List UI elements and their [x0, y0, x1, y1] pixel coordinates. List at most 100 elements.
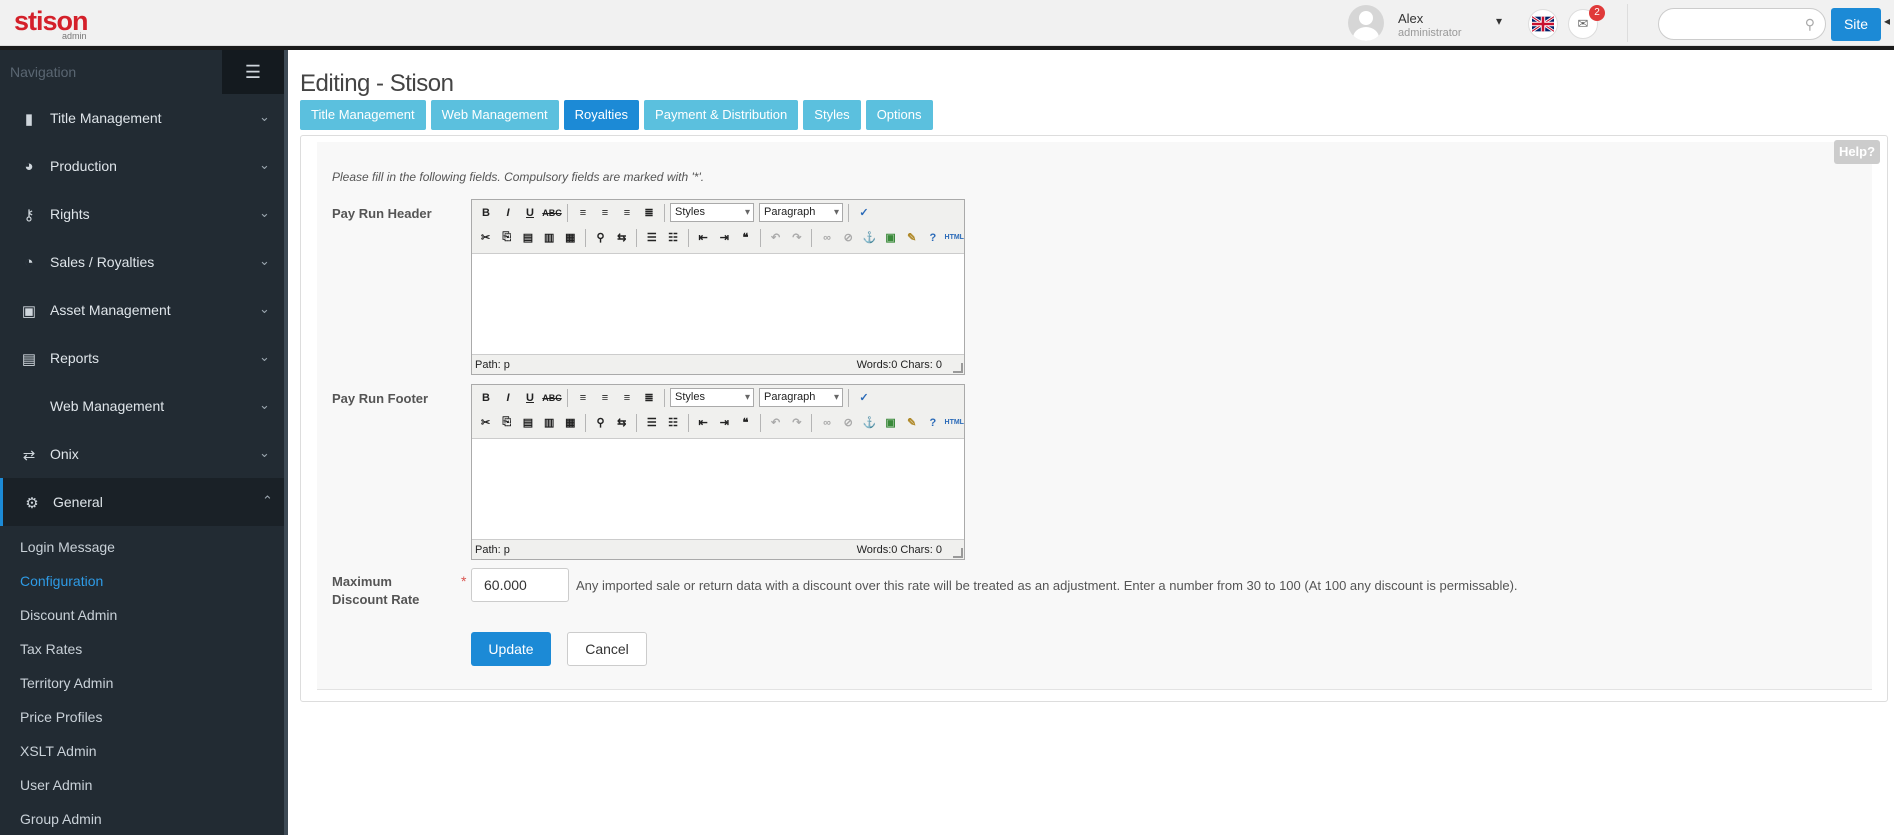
blockquote-icon[interactable]: ❝ — [736, 413, 755, 432]
cut-icon[interactable]: ✂ — [476, 228, 495, 247]
resize-handle-icon[interactable] — [953, 363, 963, 373]
styles-dropdown[interactable]: Styles — [670, 388, 754, 407]
submenu-item-tax-rates[interactable]: Tax Rates — [0, 632, 284, 666]
spellcheck-icon[interactable]: ✓ — [854, 203, 874, 222]
indent-icon[interactable]: ⇥ — [715, 413, 734, 432]
paste-text-icon[interactable]: ▥ — [540, 413, 559, 432]
avatar[interactable] — [1348, 5, 1384, 41]
align-right-icon[interactable]: ≡ — [617, 203, 637, 222]
bold-icon[interactable]: B — [476, 388, 496, 407]
submenu-item-territory-admin[interactable]: Territory Admin — [0, 666, 284, 700]
submenu-item-discount-admin[interactable]: Discount Admin — [0, 598, 284, 632]
sidebar-item-web-management[interactable]: Web Management ⌄ — [0, 382, 284, 430]
redo-icon[interactable]: ↷ — [787, 413, 806, 432]
image-icon[interactable]: ▣ — [881, 228, 900, 247]
underline-icon[interactable]: U — [520, 388, 540, 407]
align-center-icon[interactable]: ≡ — [595, 388, 615, 407]
cancel-button[interactable]: Cancel — [567, 632, 647, 666]
anchor-icon[interactable]: ⚓ — [860, 413, 879, 432]
submenu-item-login-message[interactable]: Login Message — [0, 530, 284, 564]
undo-icon[interactable]: ↶ — [766, 413, 785, 432]
italic-icon[interactable]: I — [498, 203, 518, 222]
anchor-icon[interactable]: ⚓ — [860, 228, 879, 247]
tab-royalties[interactable]: Royalties — [563, 100, 640, 130]
align-center-icon[interactable]: ≡ — [595, 203, 615, 222]
site-button[interactable]: Site — [1831, 8, 1881, 41]
link-icon[interactable]: ∞ — [817, 413, 836, 432]
unlink-icon[interactable]: ⊘ — [839, 413, 858, 432]
sidebar-item-onix[interactable]: ⇄ Onix ⌄ — [0, 430, 284, 478]
numbered-list-icon[interactable]: ☷ — [663, 228, 682, 247]
editor-text-area[interactable] — [472, 438, 964, 540]
menu-toggle-icon[interactable]: ☰ — [222, 50, 284, 94]
align-left-icon[interactable]: ≡ — [573, 388, 593, 407]
search-input[interactable]: ⚲ — [1658, 8, 1826, 40]
strikethrough-icon[interactable]: ABC — [542, 203, 562, 222]
tab-payment-distribution[interactable]: Payment & Distribution — [644, 100, 799, 130]
pay-run-header-editor[interactable]: B I U ABC ≡ ≡ ≡ ≣ Styles Paragraph ✓ ✂ ⎘… — [471, 199, 965, 375]
copy-icon[interactable]: ⎘ — [497, 228, 516, 247]
tab-options[interactable]: Options — [865, 100, 933, 130]
bullet-list-icon[interactable]: ☰ — [642, 413, 661, 432]
submenu-item-user-admin[interactable]: User Admin — [0, 768, 284, 802]
help-button[interactable]: Help? — [1834, 140, 1880, 164]
paste-text-icon[interactable]: ▥ — [540, 228, 559, 247]
collapse-arrow-icon[interactable]: ◂ — [1884, 14, 1894, 34]
pay-run-footer-editor[interactable]: B I U ABC ≡ ≡ ≡ ≣ Styles Paragraph ✓ ✂ ⎘… — [471, 384, 965, 560]
align-justify-icon[interactable]: ≣ — [639, 388, 659, 407]
cleanup-icon[interactable]: ✎ — [902, 413, 921, 432]
sidebar-item-rights[interactable]: ⚷ Rights ⌄ — [0, 190, 284, 238]
align-justify-icon[interactable]: ≣ — [639, 203, 659, 222]
sidebar-item-production[interactable]: ◕ Production ⌄ — [0, 142, 284, 190]
replace-icon[interactable]: ⇆ — [612, 413, 631, 432]
outdent-icon[interactable]: ⇤ — [694, 228, 713, 247]
sidebar-item-asset-management[interactable]: ▣ Asset Management ⌄ — [0, 286, 284, 334]
submenu-item-xslt-admin[interactable]: XSLT Admin — [0, 734, 284, 768]
indent-icon[interactable]: ⇥ — [715, 228, 734, 247]
spellcheck-icon[interactable]: ✓ — [854, 388, 874, 407]
styles-dropdown[interactable]: Styles — [670, 203, 754, 222]
align-left-icon[interactable]: ≡ — [573, 203, 593, 222]
html-source-icon[interactable]: HTML — [945, 413, 964, 432]
outdent-icon[interactable]: ⇤ — [694, 413, 713, 432]
replace-icon[interactable]: ⇆ — [612, 228, 631, 247]
format-dropdown[interactable]: Paragraph — [759, 388, 843, 407]
help-icon[interactable]: ? — [923, 413, 942, 432]
update-button[interactable]: Update — [471, 632, 551, 666]
tab-web-management[interactable]: Web Management — [430, 100, 559, 130]
format-dropdown[interactable]: Paragraph — [759, 203, 843, 222]
numbered-list-icon[interactable]: ☷ — [663, 413, 682, 432]
find-icon[interactable]: ⚲ — [591, 413, 610, 432]
search-icon[interactable]: ⚲ — [1805, 16, 1815, 33]
cleanup-icon[interactable]: ✎ — [902, 228, 921, 247]
undo-icon[interactable]: ↶ — [766, 228, 785, 247]
tab-styles[interactable]: Styles — [803, 100, 861, 130]
cut-icon[interactable]: ✂ — [476, 413, 495, 432]
paste-word-icon[interactable]: ▦ — [561, 413, 580, 432]
uk-flag-icon[interactable] — [1528, 9, 1558, 39]
max-discount-rate-input[interactable]: 60.000 — [471, 568, 569, 602]
bullet-list-icon[interactable]: ☰ — [642, 228, 661, 247]
submenu-item-configuration[interactable]: Configuration — [0, 564, 284, 598]
sidebar-item-title-management[interactable]: ▮ Title Management ⌄ — [0, 94, 284, 142]
unlink-icon[interactable]: ⊘ — [839, 228, 858, 247]
paste-icon[interactable]: ▤ — [518, 413, 537, 432]
chevron-down-icon[interactable]: ▾ — [1496, 14, 1502, 28]
image-icon[interactable]: ▣ — [881, 413, 900, 432]
sidebar-item-reports[interactable]: ▤ Reports ⌄ — [0, 334, 284, 382]
blockquote-icon[interactable]: ❝ — [736, 228, 755, 247]
sidebar-item-general[interactable]: ⚙ General ⌃ — [0, 478, 284, 526]
find-icon[interactable]: ⚲ — [591, 228, 610, 247]
user-menu[interactable]: Alex administrator ▾ — [1348, 5, 1502, 41]
redo-icon[interactable]: ↷ — [787, 228, 806, 247]
italic-icon[interactable]: I — [498, 388, 518, 407]
strikethrough-icon[interactable]: ABC — [542, 388, 562, 407]
html-source-icon[interactable]: HTML — [945, 228, 964, 247]
underline-icon[interactable]: U — [520, 203, 540, 222]
bold-icon[interactable]: B — [476, 203, 496, 222]
submenu-item-group-admin[interactable]: Group Admin — [0, 802, 284, 835]
paste-icon[interactable]: ▤ — [518, 228, 537, 247]
help-icon[interactable]: ? — [923, 228, 942, 247]
link-icon[interactable]: ∞ — [817, 228, 836, 247]
submenu-item-price-profiles[interactable]: Price Profiles — [0, 700, 284, 734]
